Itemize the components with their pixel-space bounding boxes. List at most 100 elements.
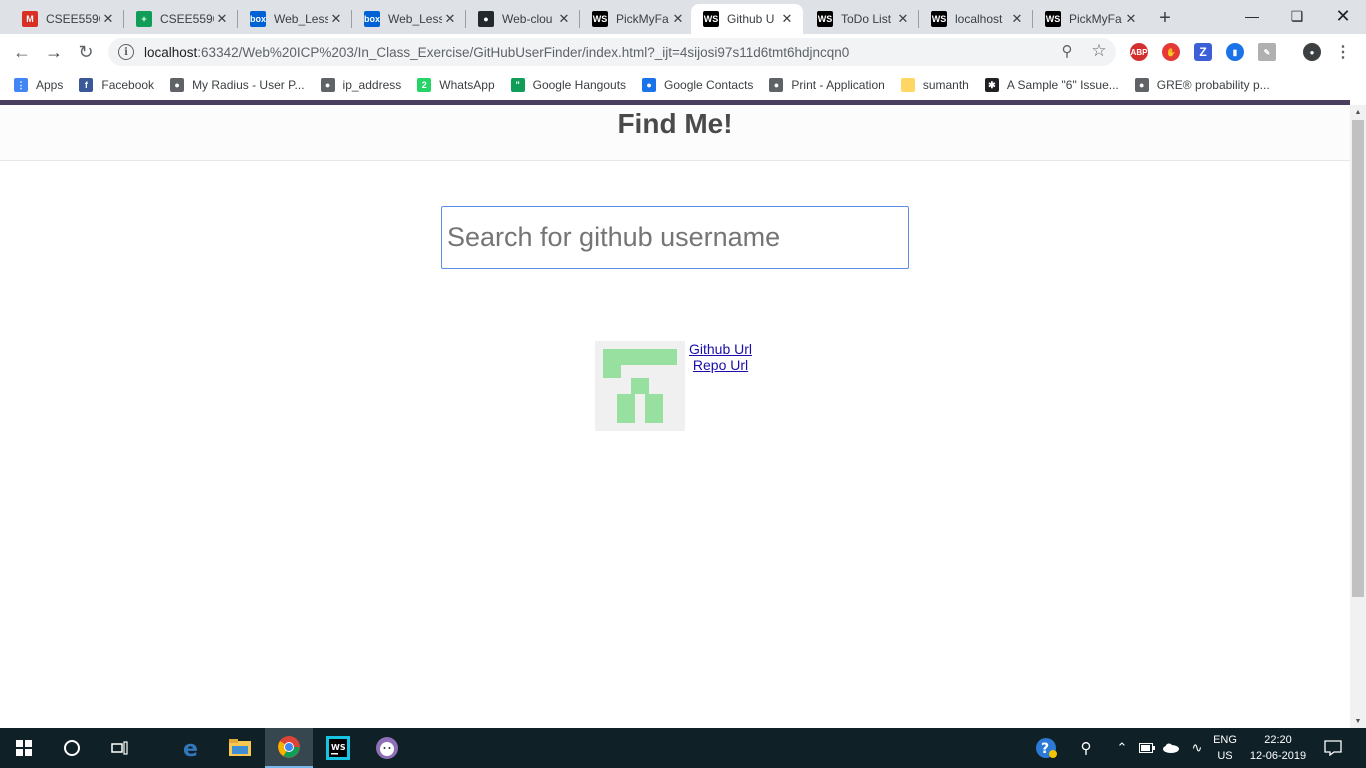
- minimize-button[interactable]: —: [1229, 0, 1275, 32]
- show-hidden-icons-chevron-icon[interactable]: ⌃: [1110, 728, 1134, 768]
- region-label: US: [1217, 750, 1233, 762]
- svg-text:e: e: [183, 737, 198, 760]
- help-question-icon: ?: [1036, 738, 1057, 758]
- language-label: ENG: [1213, 734, 1237, 746]
- tab-close-icon[interactable]: ✕: [1009, 11, 1025, 27]
- sheets-icon: +: [136, 11, 152, 27]
- bookmark-item[interactable]: ⋮ Apps: [14, 78, 63, 92]
- zotero-icon[interactable]: Z: [1194, 43, 1212, 61]
- contacts-icon: ●: [642, 78, 657, 92]
- people-tray-icon[interactable]: ⚲: [1072, 728, 1100, 768]
- tab-8[interactable]: WS ToDo List ✕: [805, 4, 919, 34]
- forward-button[interactable]: →: [40, 38, 68, 66]
- zoom-search-icon[interactable]: ⚲: [1058, 42, 1076, 60]
- cortana-search-button[interactable]: [48, 728, 96, 768]
- windows-start-button[interactable]: [0, 728, 48, 768]
- tab-10[interactable]: WS PickMyFa ✕: [1033, 4, 1147, 34]
- scroll-down-arrow-icon[interactable]: ▼: [1350, 714, 1366, 728]
- bookmark-label: Google Hangouts: [532, 78, 627, 92]
- tab-title: ToDo List: [841, 12, 892, 26]
- extension-icon[interactable]: ▮: [1226, 43, 1244, 61]
- wifi-tray-icon[interactable]: ∿: [1186, 728, 1208, 768]
- tab-7[interactable]: WS Github U ✕: [691, 4, 803, 34]
- onedrive-tray-icon[interactable]: [1160, 728, 1182, 768]
- tab-1[interactable]: M CSEE5590 ✕: [10, 4, 124, 34]
- tab-strip: M CSEE5590 ✕ + CSEE5590 ✕ box Web_Less ✕ box Web_L…: [0, 0, 1366, 34]
- folder-icon: [900, 78, 915, 92]
- back-button[interactable]: ←: [8, 38, 36, 66]
- search-input[interactable]: [441, 206, 909, 269]
- action-center-button[interactable]: [1318, 728, 1348, 768]
- bookmark-item[interactable]: ● ip_address: [320, 78, 401, 92]
- tab-9[interactable]: WS localhost ✕: [919, 4, 1033, 34]
- battery-tray-icon[interactable]: [1136, 728, 1158, 768]
- tab-6[interactable]: WS PickMyFa ✕: [580, 4, 694, 34]
- bookmark-item[interactable]: 2 WhatsApp: [417, 78, 495, 92]
- tab-close-icon[interactable]: ✕: [895, 11, 911, 27]
- tab-close-icon[interactable]: ✕: [442, 11, 458, 27]
- tab-close-icon[interactable]: ✕: [328, 11, 344, 27]
- tab-3[interactable]: box Web_Less ✕: [238, 4, 352, 34]
- webstorm-icon: WS: [326, 736, 350, 760]
- task-view-button[interactable]: [96, 728, 144, 768]
- bookmark-item[interactable]: ● Print - Application: [769, 78, 885, 92]
- svg-text:WS: WS: [331, 743, 346, 752]
- pdf-icon[interactable]: ✎: [1258, 43, 1276, 61]
- app-taskbar-button[interactable]: [363, 728, 411, 768]
- bookmark-item[interactable]: f Facebook: [79, 78, 154, 92]
- bookmark-item[interactable]: " Google Hangouts: [510, 78, 627, 92]
- bookmark-item[interactable]: sumanth: [900, 78, 969, 92]
- tab-title: localhost: [955, 12, 1003, 26]
- globe-icon: ●: [769, 78, 784, 92]
- tab-close-icon[interactable]: ✕: [1123, 11, 1139, 27]
- battery-icon: [1139, 743, 1155, 753]
- bookmark-label: Facebook: [101, 78, 155, 92]
- tab-5[interactable]: ● Web-clou ✕: [466, 4, 580, 34]
- search-container: [441, 206, 909, 269]
- close-window-button[interactable]: ✕: [1320, 0, 1366, 32]
- tab-close-icon[interactable]: ✕: [670, 11, 686, 27]
- restore-button[interactable]: ❏: [1274, 0, 1320, 32]
- address-bar[interactable]: i localhost:63342/Web%20ICP%203/In_Class…: [108, 38, 1116, 66]
- notification-icon: [1324, 740, 1342, 756]
- webstorm-taskbar-button[interactable]: WS: [314, 728, 362, 768]
- user-links: Github Url Repo Url: [685, 341, 752, 431]
- stop-extension-icon[interactable]: ✋: [1162, 43, 1180, 61]
- tab-2[interactable]: + CSEE5590 ✕: [124, 4, 238, 34]
- file-explorer-button[interactable]: [216, 728, 264, 768]
- tab-close-icon[interactable]: ✕: [556, 11, 572, 27]
- clock[interactable]: 22:20 12-06-2019: [1244, 728, 1312, 768]
- folder-icon: [229, 739, 251, 756]
- scroll-thumb[interactable]: [1352, 120, 1364, 597]
- bookmark-item[interactable]: ● Google Contacts: [642, 78, 753, 92]
- bookmark-item[interactable]: ● GRE® probability p...: [1134, 78, 1270, 92]
- bookmark-item[interactable]: ● My Radius - User P...: [170, 78, 305, 92]
- edge-taskbar-button[interactable]: e: [168, 728, 216, 768]
- bookmark-star-icon[interactable]: ☆: [1090, 41, 1108, 60]
- vertical-scrollbar[interactable]: ▲ ▼: [1350, 105, 1366, 728]
- profile-avatar[interactable]: ●: [1303, 43, 1321, 61]
- menu-kebab-icon[interactable]: ⋮: [1334, 43, 1352, 61]
- webstorm-icon: WS: [931, 11, 947, 27]
- site-info-icon[interactable]: i: [118, 44, 134, 60]
- chrome-taskbar-button[interactable]: [265, 728, 313, 768]
- help-tray-icon[interactable]: ?: [1032, 728, 1060, 768]
- language-indicator[interactable]: ENG US: [1210, 728, 1240, 768]
- tab-4[interactable]: box Web_Less ✕: [352, 4, 466, 34]
- repo-url-link[interactable]: Repo Url: [693, 357, 748, 373]
- reload-button[interactable]: ↻: [72, 38, 100, 66]
- tab-title: Web-clou: [502, 12, 553, 26]
- new-tab-button[interactable]: +: [1152, 5, 1178, 31]
- adblock-icon[interactable]: ABP: [1130, 43, 1148, 61]
- webstorm-icon: WS: [817, 11, 833, 27]
- bookmark-label: GRE® probability p...: [1156, 78, 1270, 92]
- tab-close-icon[interactable]: ✕: [779, 11, 795, 27]
- github-url-link[interactable]: Github Url: [689, 341, 752, 357]
- tab-close-icon[interactable]: ✕: [214, 11, 230, 27]
- scroll-up-arrow-icon[interactable]: ▲: [1350, 105, 1366, 119]
- url-host: localhost: [144, 44, 198, 60]
- github-icon: ●: [478, 11, 494, 27]
- bookmark-item[interactable]: ✱ A Sample "6" Issue...: [984, 78, 1119, 92]
- tab-close-icon[interactable]: ✕: [100, 11, 116, 27]
- clock-time: 22:20: [1264, 734, 1292, 746]
